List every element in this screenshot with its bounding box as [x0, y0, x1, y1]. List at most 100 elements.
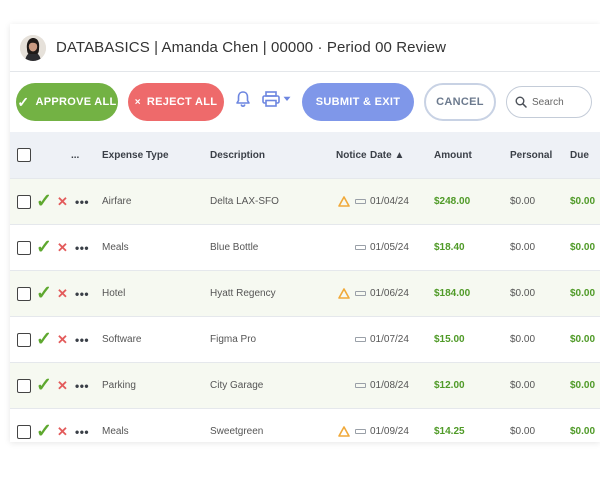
expense-type: Meals [102, 242, 129, 253]
row-checkbox[interactable] [17, 332, 31, 347]
warning-icon[interactable] [338, 288, 350, 299]
page-title: DATABASICS | Amanda Chen | 00000 · Perio… [56, 39, 447, 56]
cancel-button[interactable]: CANCEL [424, 83, 496, 121]
reject-all-button[interactable]: × REJECT ALL [128, 83, 224, 121]
approve-row-icon[interactable]: ✓ [36, 409, 52, 442]
column-header-personal[interactable]: Personal [510, 132, 552, 178]
table-row[interactable]: ✓ ✕ ••• Airfare Delta LAX-SFO 01/04/24 $248.00… [10, 179, 600, 225]
expense-description: Delta LAX-SFO [210, 196, 279, 207]
expense-date: 01/06/24 [370, 288, 409, 299]
cancel-label: CANCEL [436, 96, 484, 108]
row-checkbox[interactable] [17, 194, 31, 209]
note-icon[interactable] [355, 337, 366, 342]
due-amount: $0.00 [570, 380, 596, 391]
row-checkbox[interactable] [17, 424, 31, 439]
table-row[interactable]: ✓ ✕ ••• Hotel Hyatt Regency 01/06/24 $184.00 $0… [10, 271, 600, 317]
expense-description: Blue Bottle [210, 242, 259, 253]
search-box[interactable] [506, 86, 592, 118]
table-header-row: ... Expense Type Description Notice Date… [10, 132, 600, 179]
expense-amount: $248.00 [434, 196, 471, 207]
table-body: ✓ ✕ ••• Airfare Delta LAX-SFO 01/04/24 $248.00… [10, 179, 600, 442]
expense-description: Sweetgreen [210, 426, 264, 437]
row-checkbox[interactable] [17, 240, 31, 255]
reject-row-icon[interactable]: ✕ [57, 271, 68, 316]
due-amount: $0.00 [570, 196, 596, 207]
reject-all-label: REJECT ALL [146, 96, 218, 108]
search-input[interactable] [532, 96, 590, 108]
expense-amount: $15.00 [434, 334, 465, 345]
expense-date: 01/09/24 [370, 426, 409, 437]
warning-icon[interactable] [338, 426, 350, 437]
table-row[interactable]: ✓ ✕ ••• Parking City Garage 01/08/24 $12.00 $0.… [10, 363, 600, 409]
note-icon[interactable] [355, 199, 366, 204]
more-options-icon[interactable]: ••• [75, 409, 89, 442]
person-icon [20, 34, 46, 61]
due-amount: $0.00 [570, 288, 596, 299]
expense-table: ... Expense Type Description Notice Date… [10, 132, 600, 442]
table-row[interactable]: ✓ ✕ ••• Meals Sweetgreen 01/09/24 $14.25 $0.00 $… [10, 409, 600, 442]
more-options-icon[interactable]: ••• [75, 271, 89, 316]
approve-all-button[interactable]: ✓ APPROVE ALL [16, 83, 118, 121]
reject-row-icon[interactable]: ✕ [57, 409, 68, 442]
expense-amount: $14.25 [434, 426, 465, 437]
expense-amount: $12.00 [434, 380, 465, 391]
expense-description: Hyatt Regency [210, 288, 276, 299]
table-row[interactable]: ✓ ✕ ••• Software Figma Pro 01/07/24 $15.00 $0.0… [10, 317, 600, 363]
expense-date: 01/08/24 [370, 380, 409, 391]
close-icon: × [134, 96, 141, 108]
note-icon[interactable] [355, 291, 366, 296]
approve-row-icon[interactable]: ✓ [36, 317, 52, 362]
expense-date: 01/07/24 [370, 334, 409, 345]
column-header-due[interactable]: Due [570, 132, 589, 178]
reject-row-icon[interactable]: ✕ [57, 317, 68, 362]
column-header-type[interactable]: Expense Type [102, 132, 169, 178]
row-checkbox[interactable] [17, 378, 31, 393]
expense-description: City Garage [210, 380, 264, 391]
note-icon[interactable] [355, 383, 366, 388]
reject-row-icon[interactable]: ✕ [57, 225, 68, 270]
personal-amount: $0.00 [510, 426, 536, 437]
column-header-description[interactable]: Description [210, 132, 265, 178]
personal-amount: $0.00 [510, 196, 536, 207]
search-icon [515, 96, 527, 108]
more-options-icon[interactable]: ••• [75, 179, 89, 224]
expense-date: 01/04/24 [370, 196, 409, 207]
row-checkbox[interactable] [17, 286, 31, 301]
more-options-icon[interactable]: ••• [75, 317, 89, 362]
column-header-notice[interactable]: Notice [336, 132, 367, 178]
approve-row-icon[interactable]: ✓ [36, 179, 52, 224]
approve-row-icon[interactable]: ✓ [36, 225, 52, 270]
approve-row-icon[interactable]: ✓ [36, 271, 52, 316]
approve-all-label: APPROVE ALL [35, 96, 117, 108]
expense-review-card: DATABASICS | Amanda Chen | 00000 · Perio… [10, 24, 600, 442]
bell-icon[interactable] [234, 90, 252, 108]
more-column-header: ... [71, 149, 80, 161]
reject-row-icon[interactable]: ✕ [57, 179, 68, 224]
warning-icon[interactable] [338, 196, 350, 207]
expense-type: Meals [102, 426, 129, 437]
expense-amount: $18.40 [434, 242, 465, 253]
more-options-icon[interactable]: ••• [75, 363, 89, 408]
table-row[interactable]: ✓ ✕ ••• Meals Blue Bottle 01/05/24 $18.40 $0.00… [10, 225, 600, 271]
checkmark-icon: ✓ [17, 93, 30, 110]
more-options-icon[interactable]: ••• [75, 225, 89, 270]
printer-icon[interactable] [261, 90, 281, 108]
expense-type: Software [102, 334, 142, 345]
approve-row-icon[interactable]: ✓ [36, 363, 52, 408]
select-all-checkbox[interactable] [17, 148, 31, 162]
personal-amount: $0.00 [510, 334, 536, 345]
submit-exit-button[interactable]: SUBMIT & EXIT [302, 83, 414, 121]
expense-description: Figma Pro [210, 334, 257, 345]
note-icon[interactable] [355, 245, 366, 250]
avatar [20, 34, 46, 61]
note-icon[interactable] [355, 429, 366, 434]
chevron-down-icon[interactable] [283, 96, 291, 102]
action-toolbar: ✓ APPROVE ALL × REJECT ALL SUBMIT & EXIT… [10, 72, 600, 132]
column-header-date[interactable]: Date ▲ [370, 132, 404, 178]
expense-type: Hotel [102, 288, 126, 299]
column-header-amount[interactable]: Amount [434, 132, 472, 178]
due-amount: $0.00 [570, 334, 596, 345]
expense-amount: $184.00 [434, 288, 471, 299]
expense-date: 01/05/24 [370, 242, 409, 253]
reject-row-icon[interactable]: ✕ [57, 363, 68, 408]
